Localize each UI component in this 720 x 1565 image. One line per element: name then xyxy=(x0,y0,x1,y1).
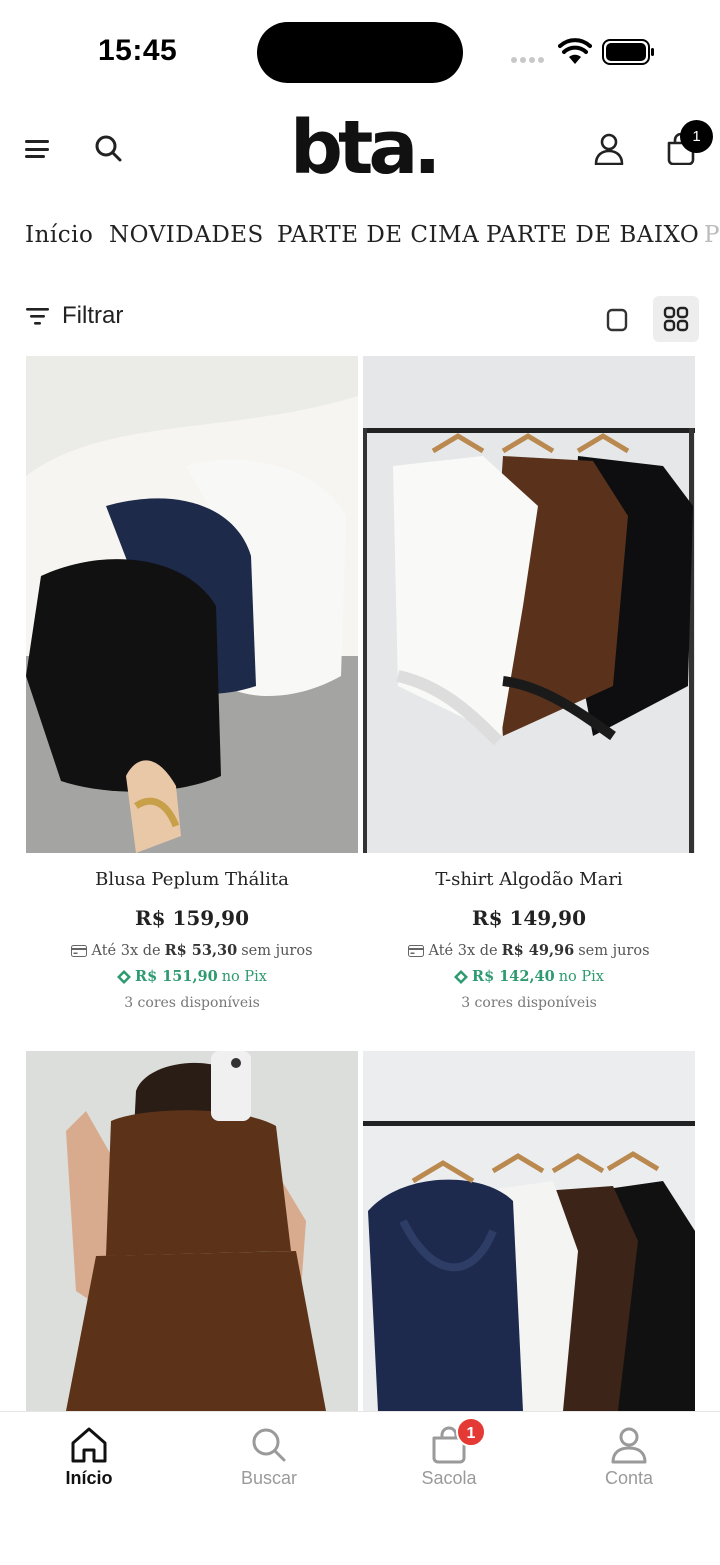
product-name[interactable]: T-shirt Algodão Mari xyxy=(363,869,695,890)
credit-card-icon xyxy=(408,944,425,957)
installment-value: R$ 53,30 xyxy=(164,942,238,959)
single-square-icon xyxy=(606,308,628,332)
menu-button[interactable] xyxy=(20,130,56,166)
installment-value: R$ 49,96 xyxy=(501,942,575,959)
filter-icon xyxy=(26,308,49,325)
pix-icon xyxy=(117,969,132,984)
pix-icon xyxy=(454,969,469,984)
pix-suffix: no Pix xyxy=(221,968,267,985)
category-next-partial[interactable]: P xyxy=(704,222,720,248)
tab-sacola[interactable]: Sacola xyxy=(389,1426,509,1489)
category-nav: Início NOVIDADES PARTE DE CIMA PARTE DE … xyxy=(0,222,720,268)
app-header: bta. xyxy=(0,100,720,200)
pix-value: R$ 151,90 xyxy=(135,968,218,985)
product-price: R$ 159,90 xyxy=(134,906,250,930)
pix-suffix: no Pix xyxy=(558,968,604,985)
search-button[interactable] xyxy=(90,130,126,166)
category-parte-de-baixo[interactable]: PARTE DE BAIXO xyxy=(486,222,699,248)
product-photo xyxy=(363,356,695,853)
product-card[interactable]: T-shirt Algodão Mari R$ 149,90 Até 3x de… xyxy=(363,356,695,1011)
product-name[interactable]: Blusa Peplum Thálita xyxy=(26,869,358,890)
single-column-view-button[interactable] xyxy=(598,300,636,340)
installments-info: Até 3x de R$ 53,30 sem juros xyxy=(26,942,358,959)
category-parte-de-cima[interactable]: PARTE DE CIMA xyxy=(277,222,479,248)
product-image[interactable] xyxy=(26,356,358,853)
search-icon xyxy=(252,1428,286,1462)
status-bar: 15:45 xyxy=(0,0,720,100)
installments-suffix: sem juros xyxy=(241,942,313,959)
pix-price-info: R$ 142,40 no Pix xyxy=(363,968,695,985)
grid-view-button[interactable] xyxy=(653,296,699,342)
installments-info: Até 3x de R$ 49,96 sem juros xyxy=(363,942,695,959)
hamburger-menu-icon xyxy=(25,140,49,158)
product-image[interactable] xyxy=(363,356,695,853)
product-image[interactable] xyxy=(26,1051,358,1411)
tab-label: Sacola xyxy=(421,1468,477,1488)
filter-row: Filtrar xyxy=(0,296,720,346)
filter-button[interactable]: Filtrar xyxy=(26,302,123,330)
product-photo xyxy=(363,1051,695,1411)
category-inicio[interactable]: Início xyxy=(25,222,93,248)
product-card[interactable] xyxy=(363,1051,695,1411)
available-colors: 3 cores disponíveis xyxy=(124,995,260,1011)
grid-icon xyxy=(663,306,689,332)
status-time: 15:45 xyxy=(98,34,178,67)
account-button[interactable] xyxy=(590,130,628,168)
home-icon xyxy=(71,1427,107,1463)
cellular-signal-icon xyxy=(511,57,544,63)
product-photo xyxy=(26,356,358,853)
tab-label: Buscar xyxy=(240,1468,298,1488)
pix-value: R$ 142,40 xyxy=(472,968,555,985)
tab-buscar[interactable]: Buscar xyxy=(209,1426,329,1489)
product-price: R$ 149,90 xyxy=(471,906,587,930)
available-colors: 3 cores disponíveis xyxy=(461,995,597,1011)
credit-card-icon xyxy=(71,944,88,957)
category-novidades[interactable]: NOVIDADES xyxy=(109,222,264,248)
search-icon xyxy=(95,135,122,162)
installments-prefix: Até 3x de xyxy=(428,942,498,959)
tab-label: Conta xyxy=(604,1468,654,1488)
user-icon xyxy=(611,1427,647,1464)
product-photo xyxy=(26,1051,358,1411)
product-card[interactable]: Blusa Peplum Thálita R$ 159,90 Até 3x de… xyxy=(26,356,358,1011)
tab-inicio[interactable]: Início xyxy=(29,1426,149,1489)
cart-count-badge: 1 xyxy=(680,120,713,153)
installments-prefix: Até 3x de xyxy=(91,942,161,959)
product-card[interactable] xyxy=(26,1051,358,1411)
brand-logo[interactable]: bta. xyxy=(290,108,441,188)
product-image[interactable] xyxy=(363,1051,695,1411)
bottom-tab-bar: Início Buscar Sacola Conta xyxy=(0,1411,720,1565)
pix-price-info: R$ 151,90 no Pix xyxy=(26,968,358,985)
battery-icon xyxy=(602,39,654,65)
wifi-icon xyxy=(558,38,592,64)
installments-suffix: sem juros xyxy=(578,942,650,959)
filter-label: Filtrar xyxy=(62,302,124,329)
tab-label: Início xyxy=(65,1468,113,1488)
user-icon xyxy=(594,133,624,165)
dynamic-island xyxy=(257,22,463,83)
bag-count-badge: 1 xyxy=(456,1417,486,1447)
tab-conta[interactable]: Conta xyxy=(569,1426,689,1489)
